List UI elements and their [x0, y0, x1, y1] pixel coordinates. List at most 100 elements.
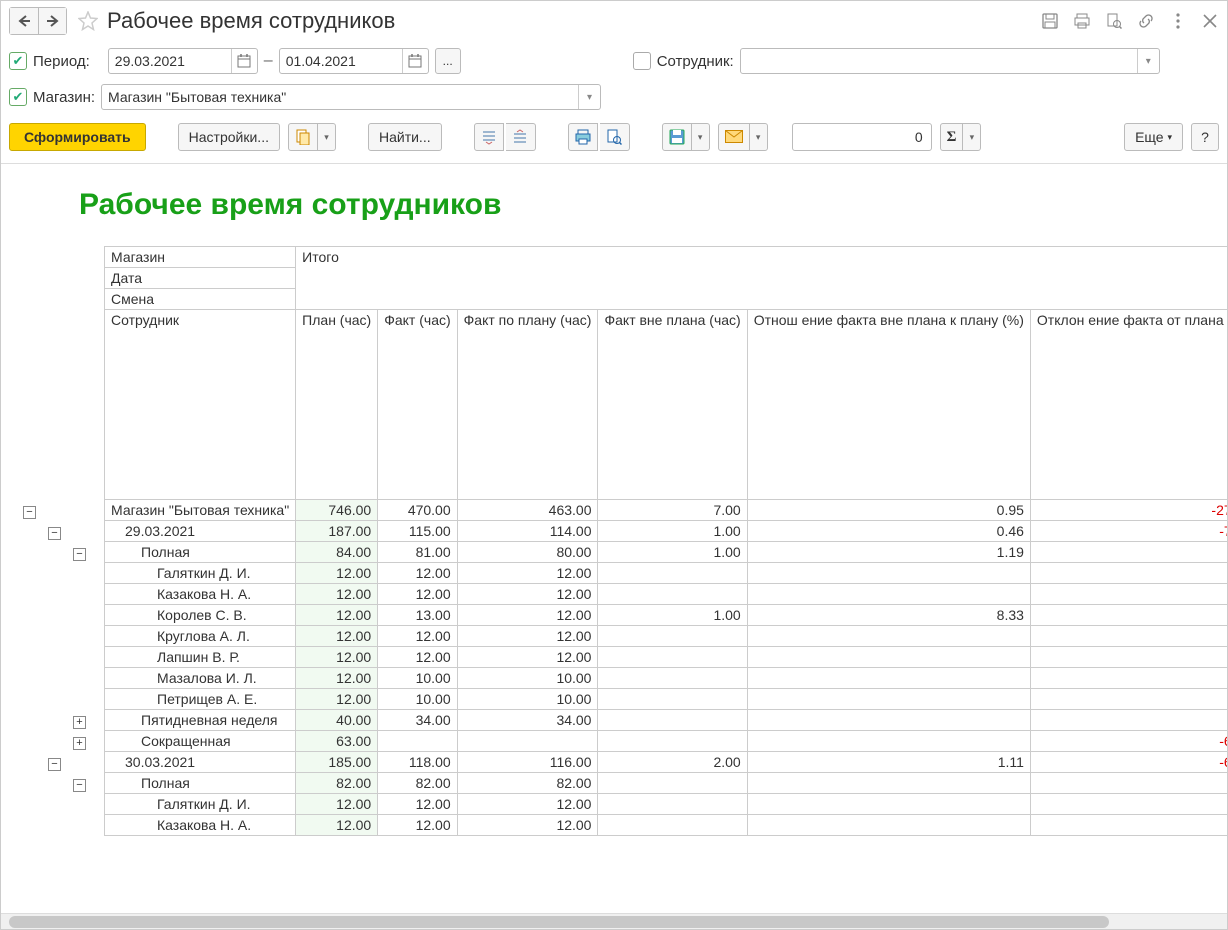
close-icon[interactable] [1201, 12, 1219, 30]
cell-value: -2.00 [1030, 689, 1227, 710]
print-header-icon[interactable] [1073, 12, 1091, 30]
save-header-icon[interactable] [1041, 12, 1059, 30]
collapse-toggle[interactable]: − [73, 548, 86, 561]
expand-toggle[interactable]: + [73, 716, 86, 729]
row-name: Пятидневная неделя [105, 710, 296, 731]
collapse-toggle[interactable]: − [48, 527, 61, 540]
cell-value: 12.00 [457, 647, 598, 668]
collapse-toggle[interactable]: − [48, 758, 61, 771]
expand-toggle[interactable]: + [73, 737, 86, 750]
cell-value: 12.00 [296, 626, 378, 647]
table-row[interactable]: Галяткин Д. И.12.0012.0012.00100.00100.0… [17, 794, 1227, 815]
cell-value: 116.00 [457, 752, 598, 773]
col-header: План (час) [296, 310, 378, 500]
cell-value [747, 563, 1030, 584]
table-row[interactable]: −Магазин "Бытовая техника"746.00470.0046… [17, 500, 1227, 521]
cell-value: 12.00 [457, 794, 598, 815]
group-header-total: Итого [296, 247, 1227, 310]
collapse-all-button[interactable] [506, 123, 536, 151]
calendar-icon[interactable] [402, 49, 428, 73]
chevron-down-icon[interactable]: ▾ [691, 124, 709, 150]
print-preview-button[interactable] [600, 123, 630, 151]
table-row[interactable]: −Полная82.0082.0082.00100.00100.00 [17, 773, 1227, 794]
chevron-down-icon[interactable]: ▾ [1137, 49, 1159, 73]
sigma-button[interactable]: Σ ▾ [940, 123, 982, 151]
cell-value [747, 647, 1030, 668]
cell-value: 40.00 [296, 710, 378, 731]
nav-forward-button[interactable] [38, 8, 66, 34]
cell-value: 12.00 [457, 563, 598, 584]
table-row[interactable]: −30.03.2021185.00118.00116.002.001.11-67… [17, 752, 1227, 773]
store-checkbox[interactable]: ✔ [9, 88, 27, 106]
more-vert-icon[interactable] [1169, 12, 1187, 30]
paste-variant-button[interactable]: ▾ [288, 123, 336, 151]
row-name: Галяткин Д. И. [105, 794, 296, 815]
more-button[interactable]: Еще ▾ [1124, 123, 1183, 151]
row-name: Мазалова И. Л. [105, 668, 296, 689]
cell-value [747, 794, 1030, 815]
period-ellipsis-button[interactable]: ... [435, 48, 461, 74]
table-row[interactable]: Казакова Н. А.12.0012.0012.00100.00100.0… [17, 584, 1227, 605]
expand-all-button[interactable] [474, 123, 504, 151]
horizontal-scrollbar[interactable] [1, 913, 1227, 929]
cell-value: 12.00 [378, 647, 457, 668]
period-checkbox[interactable]: ✔ [9, 52, 27, 70]
table-row[interactable]: +Сокращенная63.00-63.00-63.00 [17, 731, 1227, 752]
cell-value: 0.46 [747, 521, 1030, 542]
period-label: Период: [33, 53, 90, 70]
collapse-toggle[interactable]: − [23, 506, 36, 519]
table-row[interactable]: Лапшин В. Р.12.0012.0012.00100.00100.00 [17, 647, 1227, 668]
table-row[interactable]: Круглова А. Л.12.0012.0012.00100.00100.0… [17, 626, 1227, 647]
employee-checkbox[interactable] [633, 52, 651, 70]
cell-value: 12.00 [296, 794, 378, 815]
employee-combo[interactable]: ▾ [740, 48, 1160, 74]
row-name: 30.03.2021 [105, 752, 296, 773]
chevron-down-icon[interactable]: ▾ [578, 85, 600, 109]
table-row[interactable]: Галяткин Д. И.12.0012.0012.00100.00100.0… [17, 563, 1227, 584]
row-name: Магазин "Бытовая техника" [105, 500, 296, 521]
cell-value: 12.00 [296, 647, 378, 668]
cell-value: -72.00 [1030, 521, 1227, 542]
cell-value [598, 710, 747, 731]
cell-value [1030, 815, 1227, 836]
settings-button[interactable]: Настройки... [178, 123, 280, 151]
cell-value [747, 668, 1030, 689]
print-button[interactable] [568, 123, 598, 151]
calendar-icon[interactable] [231, 49, 257, 73]
nav-back-button[interactable] [10, 8, 38, 34]
period-start-input[interactable]: 29.03.2021 [108, 48, 258, 74]
period-end-input[interactable]: 01.04.2021 [279, 48, 429, 74]
cell-value: 463.00 [457, 500, 598, 521]
favorite-star-icon[interactable] [75, 8, 101, 34]
find-button[interactable]: Найти... [368, 123, 442, 151]
save-split-button[interactable]: ▾ [662, 123, 710, 151]
cell-value: 10.00 [457, 689, 598, 710]
chevron-down-icon[interactable]: ▾ [317, 124, 335, 150]
store-combo[interactable]: Магазин "Бытовая техника" ▾ [101, 84, 601, 110]
report-viewport[interactable]: Рабочее время сотрудников Магазин Итого … [1, 163, 1227, 913]
table-row[interactable]: Казакова Н. А.12.0012.0012.00100.00100.0… [17, 815, 1227, 836]
link-header-icon[interactable] [1137, 12, 1155, 30]
store-label: Магазин: [33, 89, 95, 106]
cell-value [598, 668, 747, 689]
generate-button[interactable]: Сформировать [9, 123, 146, 151]
chevron-down-icon[interactable]: ▾ [749, 124, 767, 150]
row-name: Королев С. В. [105, 605, 296, 626]
table-row[interactable]: −Полная84.0081.0080.001.001.19-3.0096.43… [17, 542, 1227, 563]
table-row[interactable]: −29.03.2021187.00115.00114.001.000.46-72… [17, 521, 1227, 542]
cell-value: 10.00 [378, 668, 457, 689]
cell-value: 7.00 [598, 500, 747, 521]
table-row[interactable]: +Пятидневная неделя40.0034.0034.00-6.008… [17, 710, 1227, 731]
table-row[interactable]: Мазалова И. Л.12.0010.0010.00-2.0083.33-… [17, 668, 1227, 689]
help-button[interactable]: ? [1191, 123, 1219, 151]
chevron-down-icon[interactable]: ▾ [962, 124, 980, 150]
mail-split-button[interactable]: ▾ [718, 123, 768, 151]
table-row[interactable]: Петрищев А. Е.12.0010.0010.00-2.0083.33-… [17, 689, 1227, 710]
cell-value [747, 584, 1030, 605]
collapse-toggle[interactable]: − [73, 779, 86, 792]
table-row[interactable]: Королев С. В.12.0013.0012.001.008.331.00… [17, 605, 1227, 626]
col-header: Отклон ение факта от плана (час) [1030, 310, 1227, 500]
cell-value [598, 647, 747, 668]
group-header-shift: Смена [105, 289, 296, 310]
preview-header-icon[interactable] [1105, 12, 1123, 30]
